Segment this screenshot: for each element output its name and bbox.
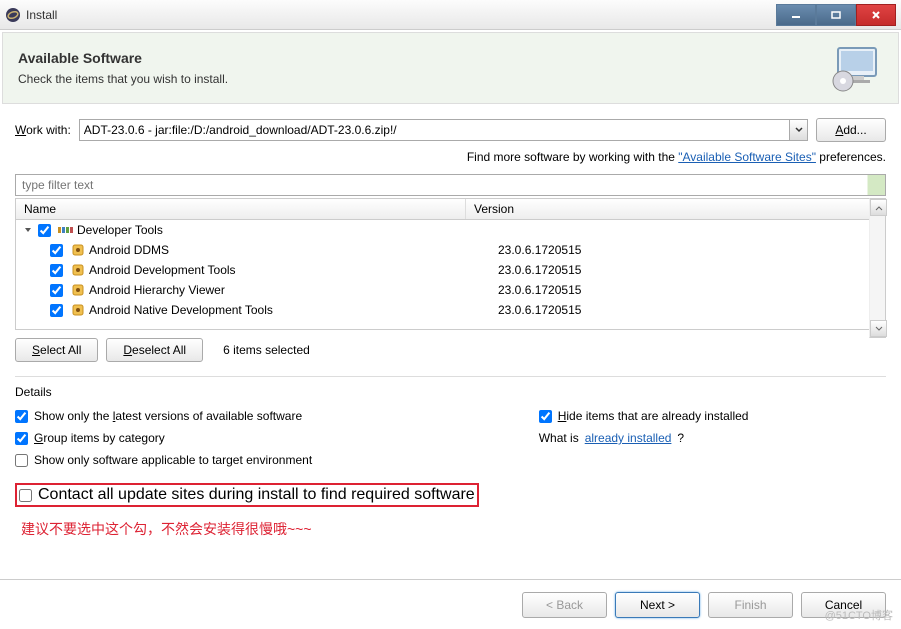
next-button[interactable]: Next > bbox=[615, 592, 700, 618]
tree-category-row[interactable]: Developer Tools bbox=[16, 220, 869, 240]
option-show-applicable[interactable]: Show only software applicable to target … bbox=[15, 453, 479, 467]
option-show-latest[interactable]: Show only the latest versions of availab… bbox=[15, 409, 479, 423]
header-panel: Available Software Check the items that … bbox=[2, 32, 899, 104]
eclipse-icon bbox=[5, 7, 21, 23]
scroll-down-icon[interactable] bbox=[870, 320, 887, 337]
header-title: Available Software bbox=[18, 50, 818, 66]
filter-input[interactable] bbox=[15, 174, 886, 196]
tree-scrollbar[interactable] bbox=[869, 198, 886, 338]
software-tree[interactable]: Name Version Developer Tools Android DDM… bbox=[15, 198, 869, 330]
workwith-input[interactable] bbox=[79, 119, 790, 141]
find-more-text: Find more software by working with the "… bbox=[15, 150, 886, 164]
tree-item-row[interactable]: Android Hierarchy Viewer 23.0.6.1720515 bbox=[16, 280, 869, 300]
footer: < Back Next > Finish Cancel bbox=[0, 579, 901, 629]
available-sites-link[interactable]: "Available Software Sites" bbox=[678, 150, 816, 164]
plugin-icon bbox=[70, 282, 86, 298]
plugin-icon bbox=[70, 302, 86, 318]
back-button[interactable]: < Back bbox=[522, 592, 607, 618]
close-button[interactable] bbox=[856, 4, 896, 26]
option-group-category[interactable]: Group items by category bbox=[15, 431, 479, 445]
whatis-installed: What is already installed? bbox=[539, 431, 749, 445]
option-contact-sites[interactable]: Contact all update sites during install … bbox=[15, 483, 479, 507]
item-label: Android DDMS bbox=[89, 243, 169, 257]
workwith-dropdown-icon[interactable] bbox=[790, 119, 808, 141]
category-label: Developer Tools bbox=[77, 223, 163, 237]
header-subtitle: Check the items that you wish to install… bbox=[18, 72, 818, 86]
deselect-all-button[interactable]: Deselect All bbox=[106, 338, 203, 362]
item-label: Android Native Development Tools bbox=[89, 303, 273, 317]
maximize-button[interactable] bbox=[816, 4, 856, 26]
item-version: 23.0.6.1720515 bbox=[490, 303, 581, 317]
item-version: 23.0.6.1720515 bbox=[490, 243, 581, 257]
plugin-icon bbox=[70, 242, 86, 258]
item-version: 23.0.6.1720515 bbox=[490, 283, 581, 297]
item-checkbox[interactable] bbox=[50, 244, 63, 257]
option-hide-installed[interactable]: Hide items that are already installed bbox=[539, 409, 749, 423]
tree-header-version[interactable]: Version bbox=[466, 199, 869, 219]
scroll-up-icon[interactable] bbox=[870, 199, 887, 216]
tree-item-row[interactable]: Android Native Development Tools 23.0.6.… bbox=[16, 300, 869, 320]
collapse-icon[interactable] bbox=[22, 226, 34, 234]
annotation-text: 建议不要选中这个勾，不然会安装得很慢哦~~~ bbox=[15, 519, 886, 539]
install-wizard-icon bbox=[828, 43, 883, 93]
category-icon bbox=[58, 222, 74, 238]
titlebar: Install bbox=[0, 0, 901, 30]
workwith-label: Work with: bbox=[15, 123, 71, 137]
already-installed-link[interactable]: already installed bbox=[585, 431, 672, 445]
titlebar-title: Install bbox=[26, 8, 776, 22]
tree-header-name[interactable]: Name bbox=[16, 199, 466, 219]
item-label: Android Development Tools bbox=[89, 263, 236, 277]
tree-item-row[interactable]: Android Development Tools 23.0.6.1720515 bbox=[16, 260, 869, 280]
select-all-button[interactable]: Select All bbox=[15, 338, 98, 362]
finish-button[interactable]: Finish bbox=[708, 592, 793, 618]
add-button[interactable]: Add... bbox=[816, 118, 886, 142]
details-label: Details bbox=[15, 376, 886, 399]
item-checkbox[interactable] bbox=[50, 264, 63, 277]
item-label: Android Hierarchy Viewer bbox=[89, 283, 225, 297]
selected-count: 6 items selected bbox=[223, 343, 310, 357]
minimize-button[interactable] bbox=[776, 4, 816, 26]
item-checkbox[interactable] bbox=[50, 304, 63, 317]
tree-item-row[interactable]: Android DDMS 23.0.6.1720515 bbox=[16, 240, 869, 260]
plugin-icon bbox=[70, 262, 86, 278]
item-checkbox[interactable] bbox=[50, 284, 63, 297]
watermark: @51CTO博客 bbox=[825, 607, 893, 623]
category-checkbox[interactable] bbox=[38, 224, 51, 237]
item-version: 23.0.6.1720515 bbox=[490, 263, 581, 277]
workwith-combo[interactable] bbox=[79, 119, 808, 141]
